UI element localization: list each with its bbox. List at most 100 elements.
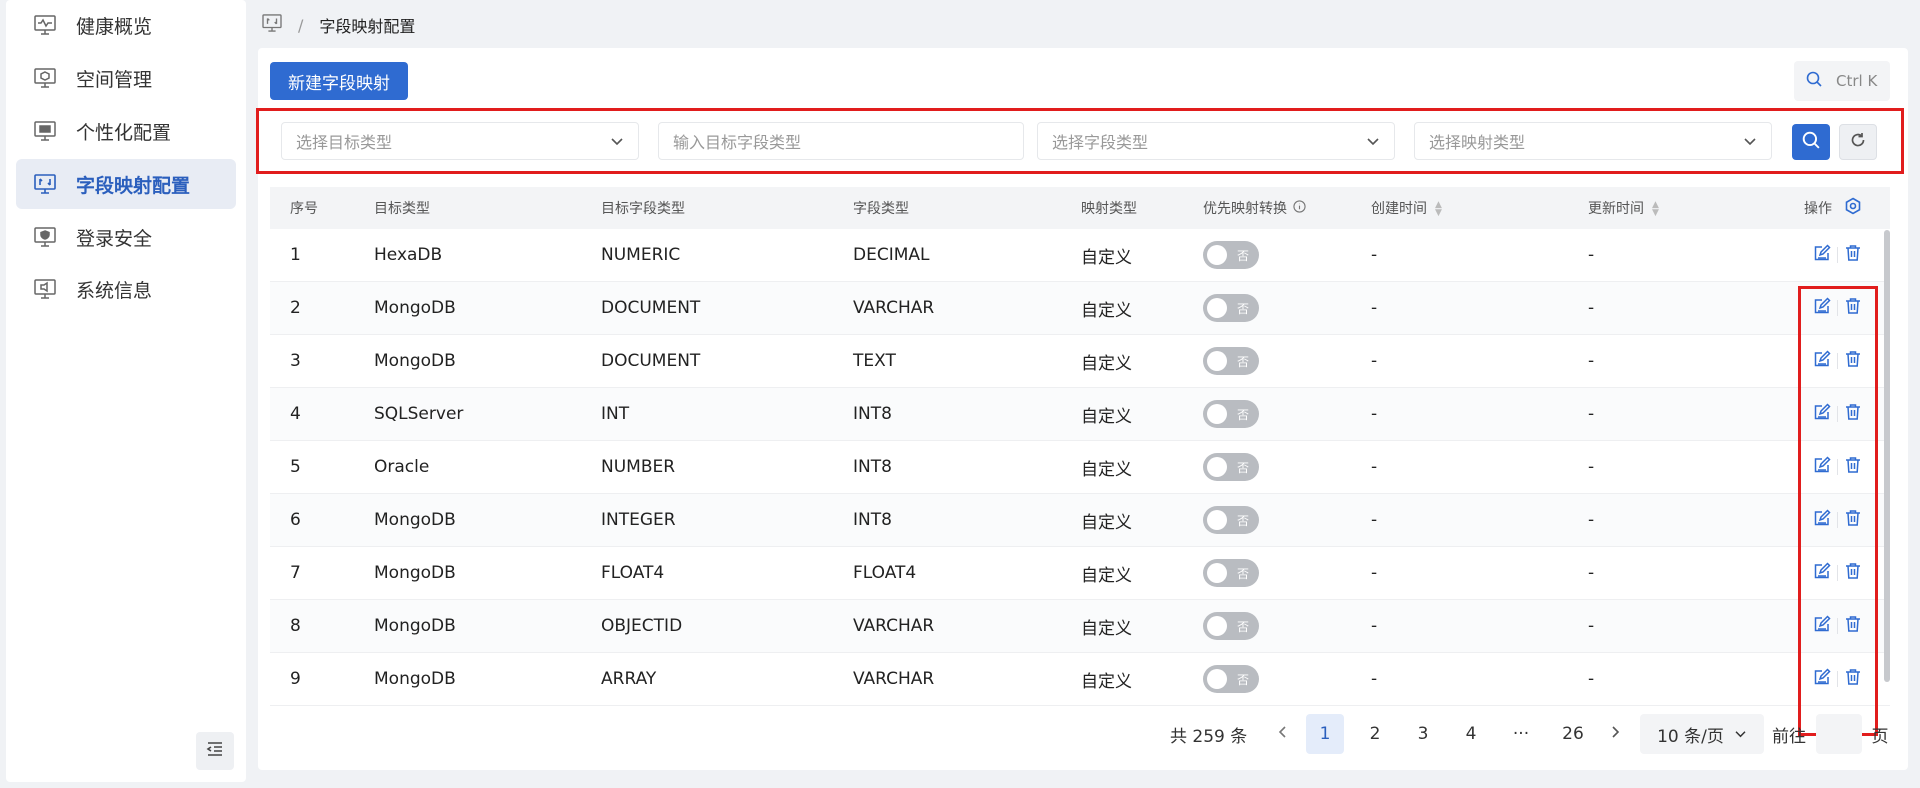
cell-target-type: MongoDB (374, 616, 456, 636)
toggle-knob (1207, 563, 1227, 583)
page-button[interactable]: 26 (1554, 714, 1592, 754)
mapping-type-placeholder: 选择映射类型 (1429, 133, 1526, 152)
collapse-menu-icon (206, 741, 224, 761)
header-updated[interactable]: 更新时间 ▲ ▼ (1588, 198, 1659, 218)
table-row: 9 MongoDB ARRAY VARCHAR 自定义 - - 否 (270, 653, 1890, 706)
toggle-knob (1207, 510, 1227, 530)
sidebar-item-personalize[interactable]: 个性化配置 (16, 106, 236, 156)
reset-button[interactable] (1839, 124, 1877, 160)
next-page-button[interactable] (1596, 714, 1634, 754)
header-target-type: 目标类型 (374, 201, 430, 217)
cell-target-field-type: INT (601, 404, 630, 424)
priority-toggle[interactable]: 否 (1203, 241, 1259, 269)
cell-created: - (1371, 351, 1378, 371)
header-priority-label: 优先映射转换 (1203, 201, 1287, 217)
toggle-label: 否 (1236, 513, 1249, 528)
sidebar-item-field-mapping[interactable]: 字段映射配置 (16, 159, 236, 209)
page-button[interactable]: 4 (1452, 714, 1490, 754)
heartbeat-monitor-icon (34, 14, 56, 36)
cell-created: - (1371, 457, 1378, 477)
collapse-sidebar-button[interactable] (196, 732, 234, 770)
table-scrollbar[interactable] (1884, 230, 1890, 682)
cell-mapping-type: 自定义 (1081, 353, 1132, 374)
sidebar-item-system-info[interactable]: 系统信息 (16, 264, 236, 314)
chevron-left-icon (1278, 724, 1288, 744)
page-button[interactable]: 2 (1356, 714, 1394, 754)
table-row: 6 MongoDB INTEGER INT8 自定义 - - 否 (270, 494, 1890, 547)
cell-created: - (1371, 298, 1378, 318)
page-button[interactable]: 3 (1404, 714, 1442, 754)
cell-target-field-type: DOCUMENT (601, 351, 701, 371)
sort-icon: ▲ ▼ (1652, 200, 1659, 218)
target-type-select[interactable]: 选择目标类型 (281, 122, 639, 160)
header-actions-label: 操作 (1804, 201, 1832, 217)
page-button[interactable]: 1 (1306, 714, 1344, 754)
header-mapping-type: 映射类型 (1081, 201, 1137, 217)
page-size-select[interactable]: 10 条/页 (1640, 714, 1764, 754)
sidebar-item-space[interactable]: 空间管理 (16, 53, 236, 103)
breadcrumb-current: 字段映射配置 (319, 17, 416, 36)
sidebar-item-health[interactable]: 健康概览 (16, 0, 236, 50)
cell-updated: - (1588, 510, 1595, 530)
global-search-button[interactable]: Ctrl K (1794, 61, 1890, 101)
priority-toggle[interactable]: 否 (1203, 559, 1259, 587)
goto-page-input[interactable] (1816, 714, 1862, 754)
column-settings-icon[interactable] (1844, 197, 1862, 219)
cell-target-field-type: ARRAY (601, 669, 657, 689)
filter-bar: 选择目标类型 输入目标字段类型 选择字段类型 选择映射类型 (256, 108, 1904, 174)
cell-updated: - (1588, 563, 1595, 583)
edit-icon[interactable] (1813, 243, 1831, 267)
cell-field-type: VARCHAR (853, 298, 935, 318)
cell-mapping-type: 自定义 (1081, 406, 1132, 427)
target-field-type-input[interactable]: 输入目标字段类型 (658, 122, 1024, 160)
cell-target-field-type: DOCUMENT (601, 298, 701, 318)
field-type-select[interactable]: 选择字段类型 (1037, 122, 1395, 160)
sidebar-item-label: 系统信息 (76, 279, 153, 302)
breadcrumb-separator: / (298, 15, 304, 35)
chevron-down-icon (1743, 132, 1757, 151)
cell-created: - (1371, 245, 1378, 265)
table-row: 4 SQLServer INT INT8 自定义 - - 否 (270, 388, 1890, 441)
cell-target-type: MongoDB (374, 669, 456, 689)
mapping-type-select[interactable]: 选择映射类型 (1414, 122, 1772, 160)
search-button[interactable] (1792, 124, 1830, 160)
priority-toggle[interactable]: 否 (1203, 453, 1259, 481)
priority-toggle[interactable]: 否 (1203, 400, 1259, 428)
table-row: 5 Oracle NUMBER INT8 自定义 - - 否 (270, 441, 1890, 494)
cell-index: 7 (290, 563, 301, 583)
priority-toggle[interactable]: 否 (1203, 294, 1259, 322)
cell-target-type: SQLServer (374, 404, 464, 424)
page-ellipsis[interactable]: ··· (1502, 714, 1540, 754)
header-created[interactable]: 创建时间 ▲ ▼ (1371, 198, 1442, 218)
target-field-type-placeholder: 输入目标字段类型 (673, 133, 802, 152)
cell-field-type: VARCHAR (853, 616, 935, 636)
header-created-label: 创建时间 (1371, 201, 1427, 217)
sidebar: 健康概览 空间管理 个性化配置 字段映射配置 登录安全 系统信息 (6, 0, 246, 782)
delete-icon[interactable] (1844, 244, 1862, 267)
priority-toggle[interactable]: 否 (1203, 665, 1259, 693)
breadcrumb-home-icon[interactable] (262, 14, 282, 36)
actions-highlight-box (1798, 286, 1878, 736)
new-field-mapping-button[interactable]: 新建字段映射 (270, 62, 408, 100)
page-suffix: 页 (1871, 726, 1889, 747)
table-row: 3 MongoDB DOCUMENT TEXT 自定义 - - 否 (270, 335, 1890, 388)
sidebar-item-login-security[interactable]: 登录安全 (16, 212, 236, 262)
cell-target-field-type: INTEGER (601, 510, 676, 530)
cell-index: 1 (290, 245, 301, 265)
cell-mapping-type: 自定义 (1081, 565, 1132, 586)
sort-icon: ▲ ▼ (1435, 200, 1442, 218)
cell-created: - (1371, 669, 1378, 689)
cell-target-type: MongoDB (374, 298, 456, 318)
priority-toggle[interactable]: 否 (1203, 347, 1259, 375)
cell-mapping-type: 自定义 (1081, 512, 1132, 533)
info-icon[interactable] (1293, 199, 1306, 217)
system-info-monitor-icon (34, 278, 56, 300)
priority-toggle[interactable]: 否 (1203, 612, 1259, 640)
cell-field-type: INT8 (853, 510, 892, 530)
prev-page-button[interactable] (1264, 714, 1302, 754)
priority-toggle[interactable]: 否 (1203, 506, 1259, 534)
toggle-label: 否 (1236, 566, 1249, 581)
cell-field-type: FLOAT4 (853, 563, 917, 583)
cell-field-type: INT8 (853, 457, 892, 477)
sidebar-item-label: 空间管理 (76, 68, 153, 91)
